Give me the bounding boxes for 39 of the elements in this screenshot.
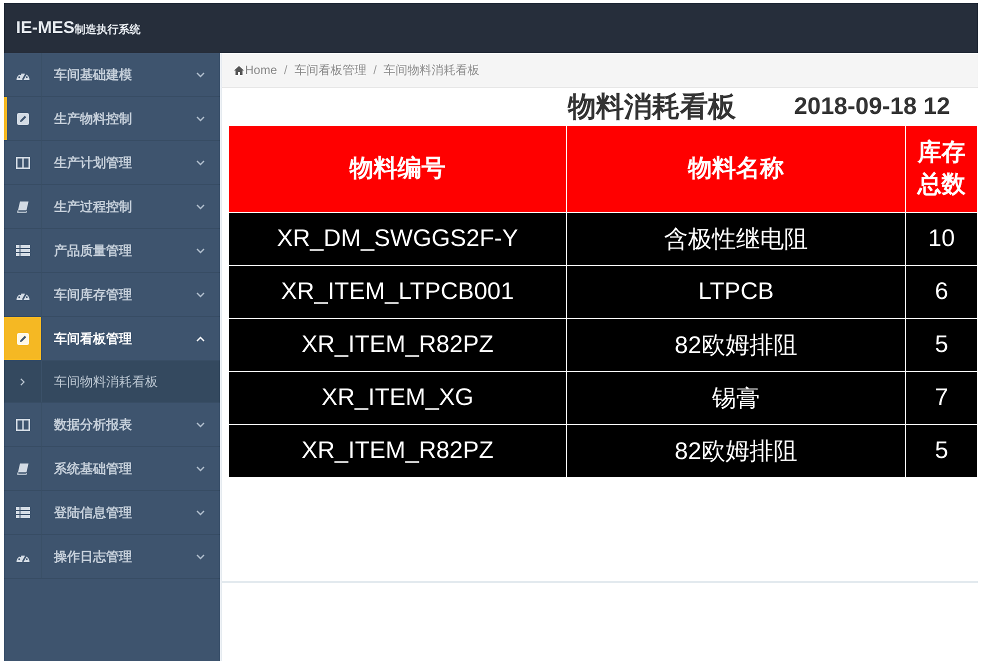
table-cell: 含极性继电阻 xyxy=(566,212,906,266)
book-icon xyxy=(16,462,28,474)
sidebar-item[interactable]: 生产物料控制 xyxy=(4,97,220,141)
list-icon xyxy=(16,507,30,518)
home-icon xyxy=(234,66,244,74)
table-cell: 82欧姆排阻 xyxy=(566,318,906,372)
table-cell: 锡膏 xyxy=(566,372,906,424)
table-cell: 82欧姆排阻 xyxy=(566,424,906,478)
brand-name: IE-MES xyxy=(16,18,75,37)
board-title: 物料消耗看板 xyxy=(568,90,736,124)
pencil-icon xyxy=(16,112,28,124)
pencil-icon xyxy=(16,332,28,344)
table-cell: XR_ITEM_R82PZ xyxy=(228,318,566,372)
table-cell: XR_DM_SWGGS2F-Y xyxy=(228,212,566,266)
sidebar-subitem[interactable]: 车间物料消耗看板 xyxy=(4,361,220,403)
breadcrumb-link[interactable]: 车间看板管理 xyxy=(294,62,366,78)
breadcrumb-current: 车间物料消耗看板 xyxy=(384,62,480,78)
chevron-right-icon xyxy=(20,378,25,386)
table-cell: XR_ITEM_XG xyxy=(228,372,566,424)
columns-icon xyxy=(16,156,30,168)
columns-icon xyxy=(16,418,30,430)
breadcrumb-separator: / xyxy=(373,63,377,77)
table-cell: 10 xyxy=(906,212,978,266)
table-cell: 7 xyxy=(906,372,978,424)
breadcrumb-link[interactable]: Home xyxy=(234,63,278,77)
table-cell: 5 xyxy=(906,318,978,372)
table-cell: XR_ITEM_R82PZ xyxy=(228,424,566,478)
brand-subtitle: 制造执行系统 xyxy=(74,24,141,36)
table-cell: XR_ITEM_LTPCB001 xyxy=(228,266,566,318)
table-cell: 5 xyxy=(906,424,978,478)
list-icon xyxy=(16,245,30,256)
book-icon xyxy=(16,200,28,212)
column-header: 物料编号 xyxy=(228,126,566,212)
table-cell: 6 xyxy=(906,266,978,318)
column-header: 物料名称 xyxy=(566,126,906,212)
column-header: 库存总数 xyxy=(906,126,978,212)
table-cell: LTPCB xyxy=(566,266,906,318)
board-datetime: 2018-09-18 12 xyxy=(794,92,950,120)
breadcrumb-separator: / xyxy=(284,63,288,77)
